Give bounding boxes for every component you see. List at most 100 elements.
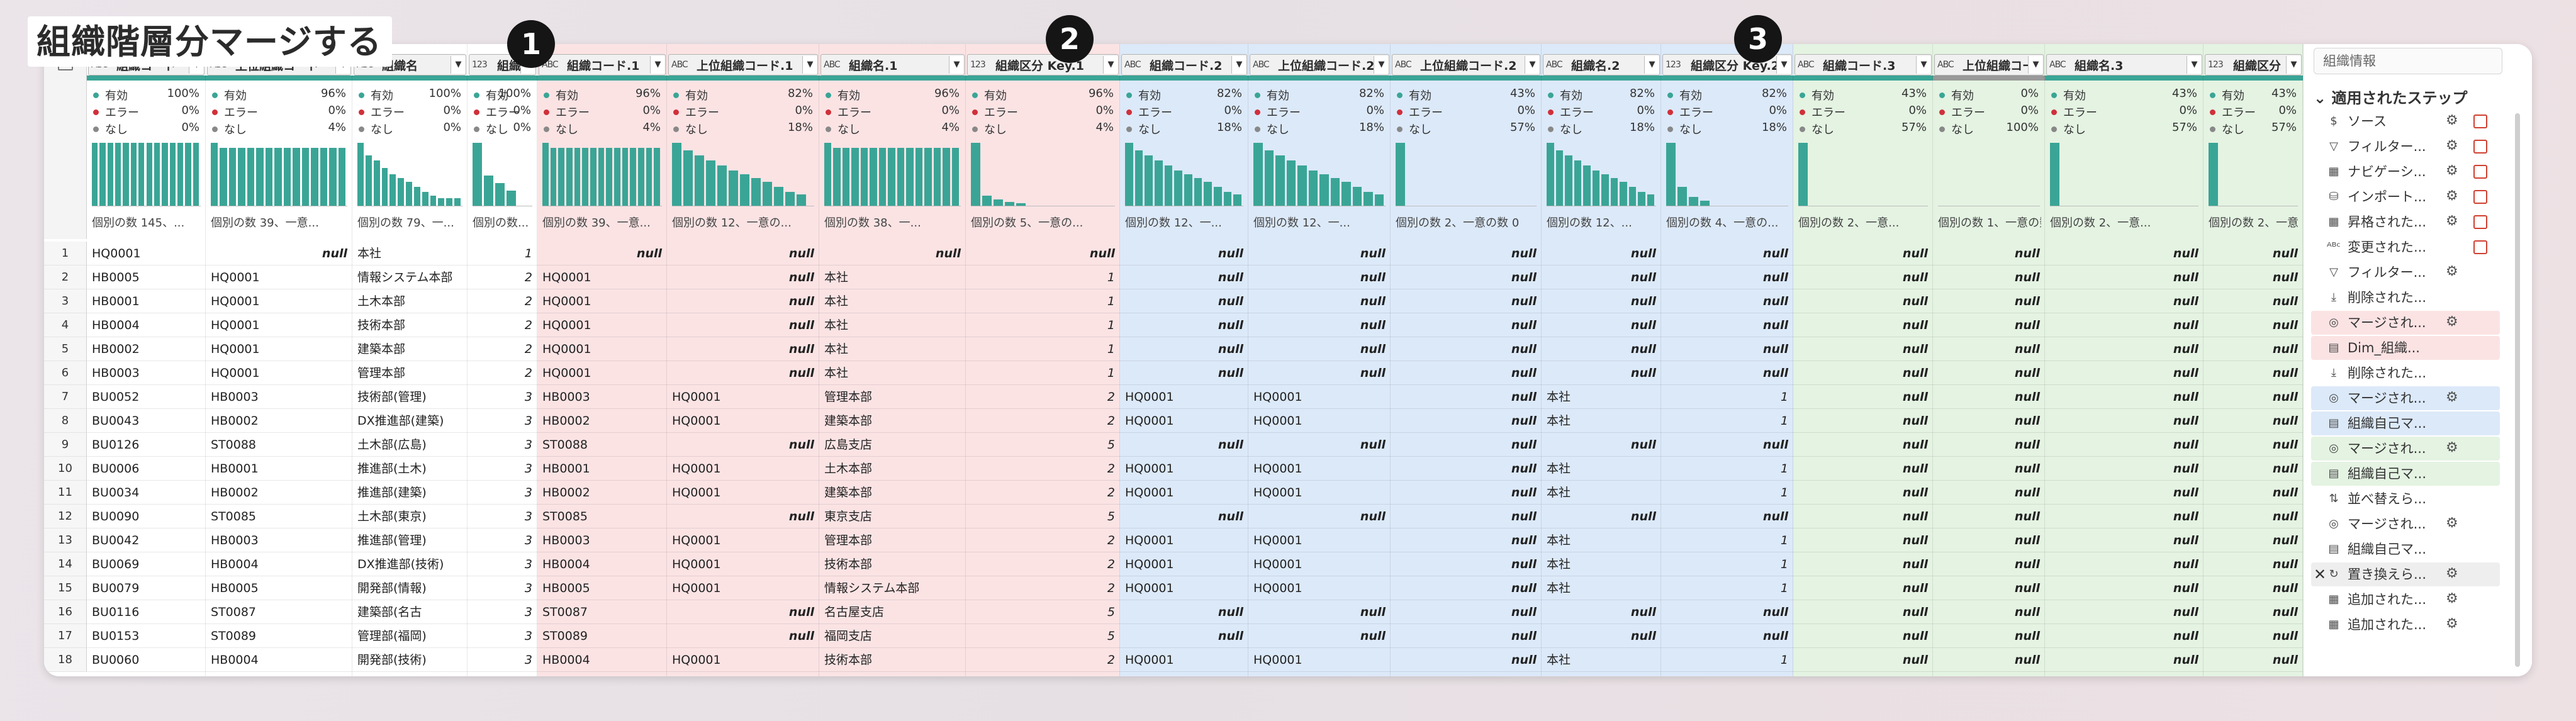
table-cell[interactable]: null <box>1542 624 1661 648</box>
table-cell[interactable]: 1 <box>1661 552 1793 576</box>
table-cell[interactable]: HQ0001 <box>87 242 206 265</box>
table-cell[interactable]: null <box>1661 600 1793 624</box>
table-cell[interactable]: null <box>1120 289 1248 313</box>
table-cell[interactable]: 3 <box>468 648 537 672</box>
table-cell[interactable]: HQ0001 <box>1120 576 1248 600</box>
table-cell[interactable]: null <box>1933 242 2045 265</box>
table-cell[interactable]: null <box>1391 528 1542 552</box>
gear-icon[interactable]: ⚙ <box>2446 113 2461 128</box>
table-cell[interactable]: ST0089 <box>537 624 667 648</box>
applied-step[interactable]: ◎ マージされ... ⚙ <box>2311 512 2500 536</box>
histogram-bar[interactable] <box>115 143 121 206</box>
table-cell[interactable]: BU0043 <box>87 409 206 433</box>
table-cell[interactable]: null <box>2045 385 2204 409</box>
table-cell[interactable]: BU0060 <box>87 648 206 672</box>
histogram-bar[interactable] <box>1628 187 1636 206</box>
table-cell[interactable]: HB0005 <box>537 576 667 600</box>
table-cell[interactable]: null <box>1793 433 1933 457</box>
table-cell[interactable]: null <box>1933 265 2045 289</box>
table-cell[interactable]: BU0116 <box>87 600 206 624</box>
view-native-query-icon[interactable] <box>2473 240 2487 254</box>
delete-step-icon[interactable]: ✕ <box>2314 562 2326 586</box>
histogram-bar[interactable] <box>951 148 959 206</box>
table-cell[interactable]: HQ0001 <box>667 385 819 409</box>
table-cell[interactable]: null <box>1391 361 1542 385</box>
row-number[interactable]: 10 <box>44 457 87 481</box>
histogram-bar[interactable] <box>329 148 337 206</box>
table-cell[interactable]: HB0004 <box>206 552 352 576</box>
table-cell[interactable]: 1 <box>1661 576 1793 600</box>
table-cell[interactable]: HB0004 <box>87 313 206 337</box>
table-cell[interactable]: 3 <box>468 505 537 528</box>
table-cell[interactable]: null <box>1933 433 2045 457</box>
histogram-bar[interactable] <box>683 150 693 206</box>
gear-icon[interactable]: ⚙ <box>2446 516 2461 531</box>
table-cell[interactable]: null <box>1793 289 1933 313</box>
table-cell[interactable]: 土木部(広島) <box>352 433 468 457</box>
view-native-query-icon[interactable] <box>2473 115 2487 128</box>
histogram-bar[interactable] <box>406 182 412 206</box>
histogram-bar[interactable] <box>107 143 114 206</box>
table-cell[interactable]: 3 <box>468 481 537 505</box>
applied-step[interactable]: ▤ 組織自己マ... <box>2311 411 2500 435</box>
histogram-bar[interactable] <box>162 143 168 206</box>
row-number[interactable]: 8 <box>44 409 87 433</box>
table-cell[interactable]: null <box>2045 433 2204 457</box>
histogram-bar[interactable] <box>638 148 644 206</box>
table-cell[interactable]: HB0001 <box>87 289 206 313</box>
table-cell[interactable]: BU0090 <box>87 505 206 528</box>
histogram-bar[interactable] <box>542 143 549 206</box>
table-cell[interactable]: null <box>2045 289 2204 313</box>
table-cell[interactable]: null <box>1793 457 1933 481</box>
histogram-bar[interactable] <box>283 148 291 206</box>
table-cell[interactable]: null <box>1933 313 2045 337</box>
table-cell[interactable]: ST0088 <box>206 433 352 457</box>
column-header[interactable]: ABC 組織コード.1 ▼ <box>539 54 666 75</box>
table-cell[interactable]: null <box>1933 361 2045 385</box>
table-cell[interactable]: null <box>1391 624 1542 648</box>
histogram-bar[interactable] <box>1275 155 1285 206</box>
table-cell[interactable]: 開発部(情報) <box>352 576 468 600</box>
table-cell[interactable]: null <box>2045 337 2204 361</box>
table-cell[interactable]: HQ0001 <box>1120 528 1248 552</box>
gear-icon[interactable]: ⚙ <box>2446 214 2461 229</box>
table-cell[interactable]: null <box>1933 600 2045 624</box>
type-icon[interactable]: ABC <box>2049 60 2075 70</box>
column-header[interactable]: ABC 上位組織コード.1 ▼ <box>668 54 818 75</box>
table-cell[interactable]: HQ0001 <box>206 313 352 337</box>
row-number[interactable]: 12 <box>44 505 87 528</box>
row-number[interactable]: 17 <box>44 624 87 648</box>
table-cell[interactable]: 情報システム本部 <box>352 265 468 289</box>
table-cell[interactable]: null <box>1793 576 1933 600</box>
table-cell[interactable]: 2 <box>966 385 1120 409</box>
table-cell[interactable]: 本社 <box>819 361 966 385</box>
table-cell[interactable]: null <box>1120 337 1248 361</box>
gear-icon[interactable]: ⚙ <box>2446 189 2461 204</box>
histogram-bar[interactable] <box>729 170 738 206</box>
table-cell[interactable]: null <box>1793 600 1933 624</box>
table-cell[interactable]: null <box>2204 505 2303 528</box>
histogram-bar[interactable] <box>381 168 388 206</box>
histogram-bar[interactable] <box>1352 187 1362 206</box>
table-cell[interactable]: HQ0001 <box>206 337 352 361</box>
table-cell[interactable]: null <box>1542 361 1661 385</box>
histogram-bar[interactable] <box>1364 192 1373 206</box>
table-cell[interactable]: ST0089 <box>206 624 352 648</box>
table-cell[interactable]: null <box>2045 409 2204 433</box>
table-cell[interactable]: null <box>667 337 819 361</box>
table-cell[interactable]: 開発部(技術) <box>352 648 468 672</box>
table-cell[interactable]: null <box>1793 361 1933 385</box>
table-cell[interactable]: null <box>2045 361 2204 385</box>
table-cell[interactable]: null <box>1248 265 1391 289</box>
applied-step[interactable]: ◎ マージされ... ⚙ <box>2311 386 2500 410</box>
table-cell[interactable]: null <box>2045 576 2204 600</box>
applied-step[interactable]: ◎ マージされ... ⚙ <box>2311 311 2500 335</box>
column-header[interactable]: ABC 組織名.1 ▼ <box>820 54 965 75</box>
table-cell[interactable]: null <box>1248 600 1391 624</box>
histogram-bar[interactable] <box>398 178 405 206</box>
table-cell[interactable]: HQ0001 <box>1248 385 1391 409</box>
table-cell[interactable]: null <box>1248 313 1391 337</box>
type-icon[interactable]: 123 <box>472 60 497 70</box>
table-cell[interactable]: 1 <box>966 289 1120 313</box>
histogram-bar[interactable] <box>130 143 137 206</box>
